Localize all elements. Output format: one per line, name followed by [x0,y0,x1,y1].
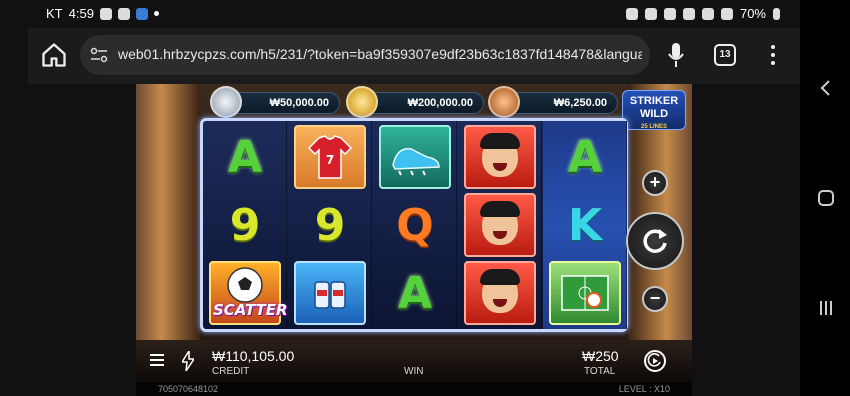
drink-cans-icon [314,281,346,309]
more-vert-icon[interactable] [770,45,776,67]
game-menu-icon[interactable] [150,354,164,366]
level-indicator: LEVEL : X10 [618,384,670,394]
scatter-label: SCATTER [213,301,288,319]
status-bar: KT 4:59 70% [0,0,800,28]
total-label: TOTAL [584,366,616,377]
symbol-letter: K [567,199,603,251]
total-bet-value: ₩250 [582,348,619,364]
battery-icon [773,7,780,20]
autoplay-button[interactable] [644,350,666,372]
reel-4 [458,121,542,329]
wifi-icon [682,7,695,20]
reel-1: A 9 SCATTER [203,121,288,329]
recents-icon[interactable] [816,298,836,318]
game-info-bar: ₩110,105.00 CREDIT WIN ₩250 TOTAL [136,340,692,382]
logo-tag: 25 LINES [640,124,667,130]
pitch-symbol [549,261,621,325]
win-label: WIN [404,366,424,377]
player-symbol [464,261,536,325]
scatter-symbol: SCATTER [209,261,288,325]
alarm-icon [625,7,638,20]
spin-button[interactable] [626,212,684,270]
symbol-letter: A [397,267,433,319]
carrier-label: KT [46,6,63,21]
player-symbol [464,193,536,257]
stadium-background-left [136,84,200,344]
increase-bet-button[interactable]: + [642,170,668,196]
address-bar[interactable]: web01.hrbzycpzs.com/h5/231/?token=ba9f35… [80,35,650,75]
gold-medal-icon [346,86,378,118]
jersey-icon: 7 [307,135,353,179]
jackpot-bronze-value: ₩6,250.00 [553,97,607,109]
messenger-icon [117,7,130,20]
hd-icon [701,7,714,20]
game-logo: STRIKER WILD 25 LINES [622,90,686,130]
player-face-icon [480,269,520,313]
player-symbol [464,125,536,189]
mute-icon [663,7,676,20]
game-footer: 705070648102 LEVEL : X10 [136,382,692,396]
credit-label: CREDIT [212,366,250,377]
browser-toolbar: web01.hrbzycpzs.com/h5/231/?token=ba9f35… [28,28,800,84]
symbol-letter: A [567,131,603,183]
cleat-icon [392,148,440,176]
signal-icon [720,7,733,20]
vibrate-icon [644,7,657,20]
player-face-icon [480,133,520,177]
bronze-medal-icon [488,86,520,118]
player-face-icon [480,201,520,245]
reel-grid[interactable]: A 9 SCATTER 7 9 Q A A K [200,118,628,332]
battery-percent: 70% [739,6,766,21]
symbol-letter: Q [396,199,434,251]
reel-5: A K [543,121,627,329]
decrease-bet-button[interactable]: − [642,286,668,312]
symbol-letter: 9 [314,199,346,251]
cleat-symbol [379,125,451,189]
jackpot-gold-value: ₩200,000.00 [407,97,473,109]
autoplay-icon [647,353,661,367]
clock: 4:59 [68,6,94,21]
screen: KT 4:59 70% web01.hrbzycpzs.com/h5/231/?… [0,0,850,396]
site-settings-icon[interactable] [90,47,108,63]
reel-2: 7 9 [288,121,372,329]
credit-value: ₩110,105.00 [212,348,295,364]
tabs-icon[interactable]: 13 [714,44,736,66]
home-icon[interactable] [40,41,68,69]
symbol-letter: 9 [229,199,261,251]
home-nav-icon[interactable] [816,188,836,208]
reel-3: Q A [373,121,457,329]
microphone-icon[interactable] [668,42,684,68]
notification-dot [153,11,159,16]
session-id: 705070648102 [158,384,219,394]
url-text[interactable]: web01.hrbzycpzs.com/h5/231/?token=ba9f35… [118,46,642,62]
jersey-symbol: 7 [294,125,366,189]
soccer-ball-icon [227,267,263,303]
system-nav-bar [800,0,850,396]
spin-icon [643,229,667,253]
drink-cans-symbol [294,261,366,325]
logo-line2: WILD [639,108,669,120]
svg-text:7: 7 [326,153,334,167]
turbo-icon[interactable] [182,351,194,371]
symbol-letter: A [227,131,263,183]
silver-medal-icon [210,86,242,118]
back-icon[interactable] [816,78,836,98]
tactics-board-icon [561,275,609,311]
talk-icon [99,7,112,20]
logo-line1: STRIKER [629,95,679,107]
app-icon [135,7,148,20]
jackpot-silver-value: ₩50,000.00 [269,97,329,109]
slot-game: ₩50,000.00 ₩200,000.00 ₩6,250.00 STRIKER… [136,84,692,396]
